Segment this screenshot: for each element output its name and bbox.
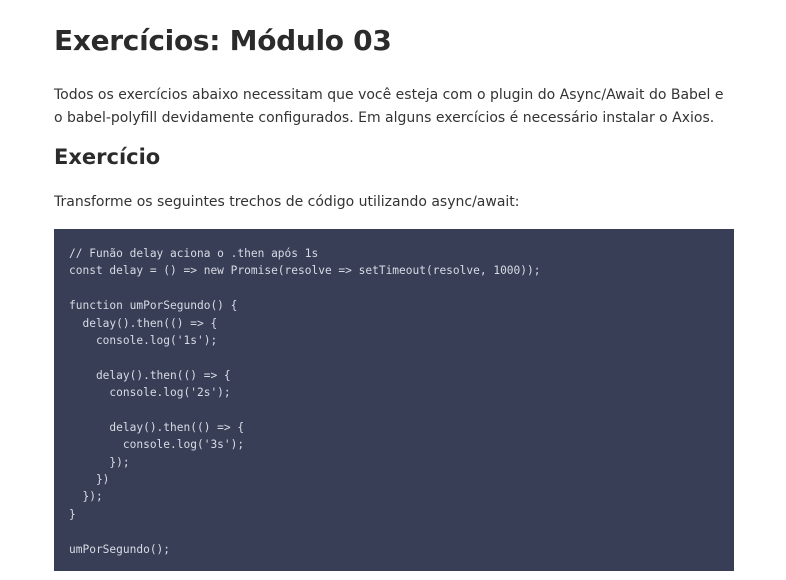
code-line: // Funão delay aciona o .then após 1s: [69, 247, 319, 260]
code-line: });: [69, 455, 130, 469]
page-title: Exercícios: Módulo 03: [54, 24, 392, 57]
code-line: console.log('2s');: [69, 386, 231, 400]
section-heading: Exercício: [54, 145, 161, 169]
code-line: const delay = () => new Promise(resolve …: [69, 264, 541, 278]
intro-paragraph: Todos os exercícios abaixo necessitam qu…: [54, 87, 724, 126]
code-line: }: [69, 507, 76, 521]
code-line: delay().then(() => {: [69, 316, 218, 330]
code-block[interactable]: // Funão delay aciona o .then após 1s co…: [54, 229, 734, 571]
code-line: console.log('1s');: [69, 333, 218, 347]
instruction-paragraph: Transforme os seguintes trechos de códig…: [54, 194, 520, 210]
code-line: console.log('3s');: [69, 438, 245, 452]
code-line: function umPorSegundo() {: [69, 299, 238, 313]
code-line: delay().then(() => {: [69, 368, 231, 382]
code-line: umPorSegundo();: [69, 542, 171, 556]
code-line: });: [69, 490, 103, 504]
code-line: delay().then(() => {: [69, 420, 245, 434]
code-line: }): [69, 473, 110, 487]
